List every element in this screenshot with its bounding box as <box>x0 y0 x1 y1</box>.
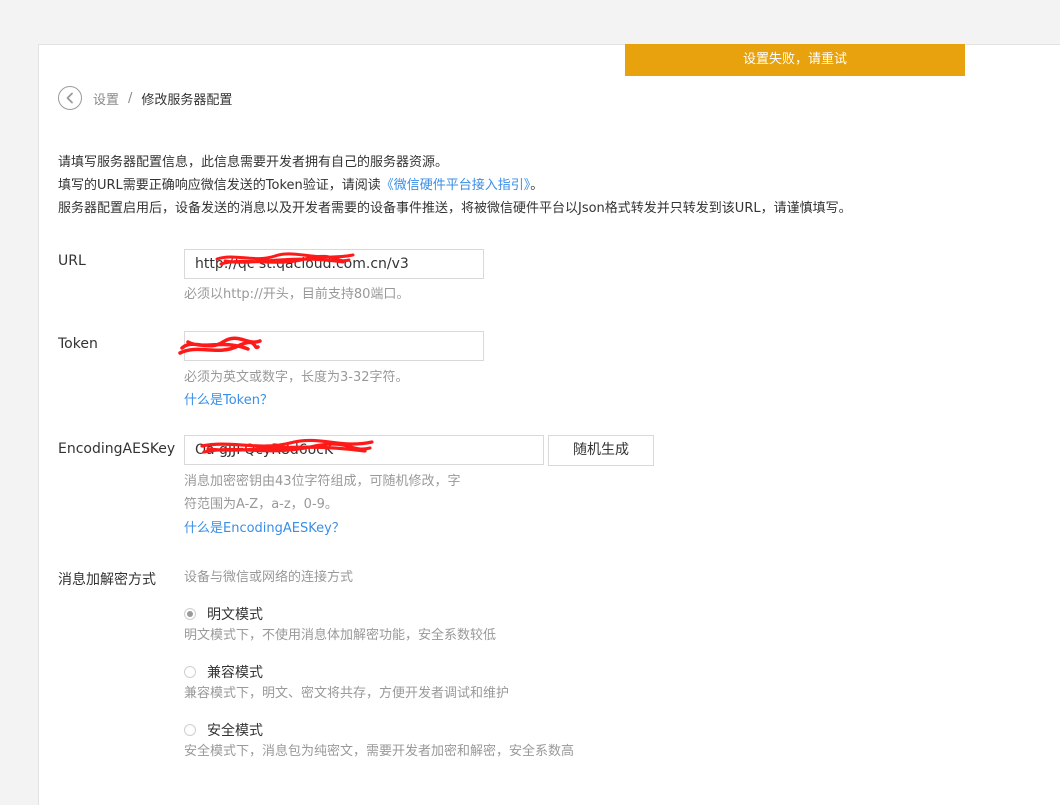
radio-secure-desc: 安全模式下，消息包为纯密文，需要开发者加密和解密，安全系数高 <box>184 744 575 759</box>
random-generate-button[interactable]: 随机生成 <box>548 435 654 466</box>
breadcrumb: 设置 / 修改服务器配置 <box>58 84 232 112</box>
url-input[interactable]: http://qc st.qacloud.com.cn/v3 <box>184 249 484 279</box>
intro-line-2: 填写的URL需要正确响应微信发送的Token验证，请阅读《微信硬件平台接入指引》… <box>58 174 852 197</box>
radio-button[interactable] <box>184 724 196 736</box>
what-is-aeskey-link[interactable]: 什么是EncodingAESKey？ <box>184 517 345 536</box>
intro-text: 请填写服务器配置信息，此信息需要开发者拥有自己的服务器资源。 填写的URL需要正… <box>58 151 852 220</box>
aeskey-hint-line-2: 符范围为A-Z，a-z，0-9。 <box>184 497 338 512</box>
what-is-token-link[interactable]: 什么是Token？ <box>184 389 273 408</box>
aeskey-hint-line-1: 消息加密密钥由43位字符组成，可随机修改，字 <box>184 474 461 489</box>
url-hint: 必须以http://开头，目前支持80端口。 <box>184 287 410 302</box>
token-label: Token <box>58 336 98 352</box>
radio-plaintext-mode[interactable]: 明文模式 <box>184 604 263 624</box>
aeskey-input[interactable]: Oa gJJFQcyR8d6ocK <box>184 435 544 465</box>
radio-plaintext-desc: 明文模式下，不使用消息体加解密功能，安全系数较低 <box>184 628 497 643</box>
breadcrumb-separator: / <box>128 90 133 106</box>
radio-label: 兼容模式 <box>207 665 263 681</box>
back-button[interactable] <box>58 86 82 110</box>
breadcrumb-current: 修改服务器配置 <box>141 92 233 108</box>
radio-secure-mode[interactable]: 安全模式 <box>184 720 263 740</box>
token-input[interactable] <box>184 331 484 361</box>
guide-link[interactable]: 《微信硬件平台接入指引》 <box>381 178 531 193</box>
intro-line-2-prefix: 填写的URL需要正确响应微信发送的Token验证，请阅读 <box>58 178 381 193</box>
radio-compatible-mode[interactable]: 兼容模式 <box>184 662 263 682</box>
radio-compatible-desc: 兼容模式下，明文、密文将共存，方便开发者调试和维护 <box>184 686 510 701</box>
intro-line-2-suffix: 。 <box>530 178 544 193</box>
aeskey-label: EncodingAESKey <box>58 441 176 457</box>
radio-label: 明文模式 <box>207 607 263 623</box>
radio-button-selected[interactable] <box>184 608 196 620</box>
url-label: URL <box>58 253 86 269</box>
encryption-label: 消息加解密方式 <box>58 572 156 588</box>
intro-line-3: 服务器配置启用后，设备发送的消息以及开发者需要的设备事件推送，将被微信硬件平台以… <box>58 201 852 216</box>
intro-line-1: 请填写服务器配置信息，此信息需要开发者拥有自己的服务器资源。 <box>58 155 449 170</box>
chevron-left-icon <box>66 92 73 104</box>
encryption-description: 设备与微信或网络的连接方式 <box>184 570 354 585</box>
error-toast: 设置失败，请重试 <box>625 44 965 76</box>
token-hint: 必须为英文或数字，长度为3-32字符。 <box>184 370 409 385</box>
radio-label: 安全模式 <box>207 723 263 739</box>
radio-button[interactable] <box>184 666 196 678</box>
breadcrumb-settings-link[interactable]: 设置 <box>93 89 119 108</box>
